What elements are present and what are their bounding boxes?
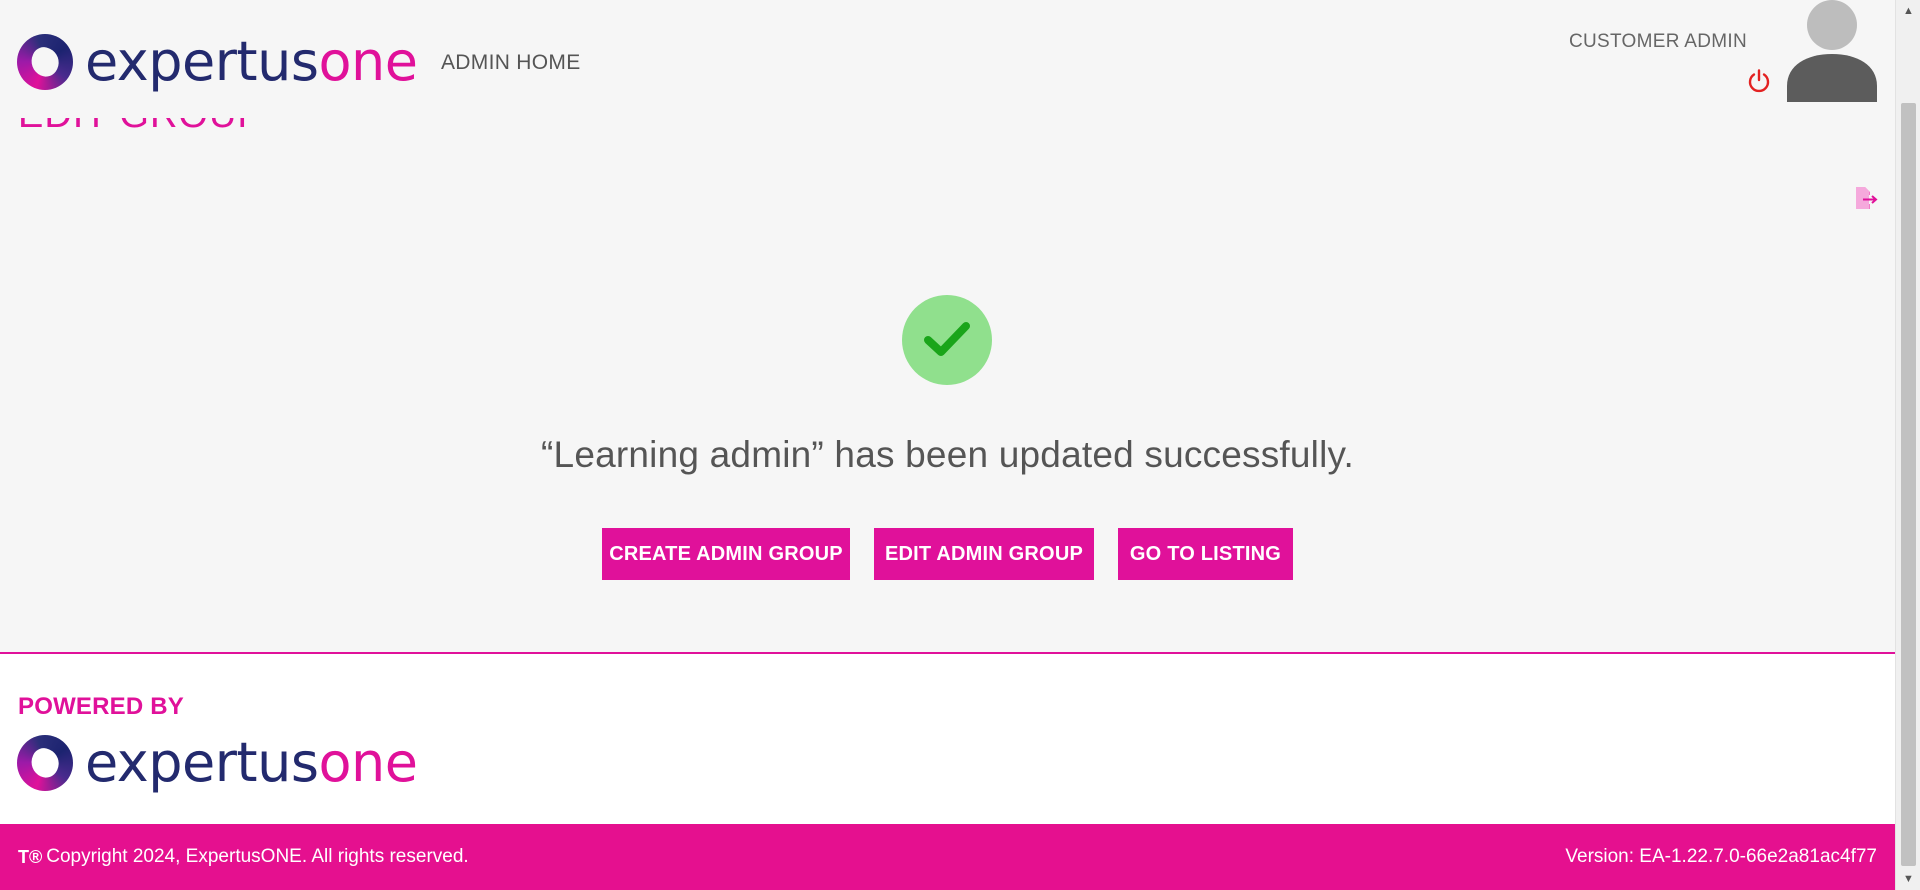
version-label: Version: EA-1.22.7.0-66e2a81ac4f77	[1565, 846, 1877, 867]
create-admin-group-button[interactable]: CREATE ADMIN GROUP	[602, 528, 850, 580]
header-logo[interactable]: expertusone	[17, 30, 418, 93]
checkmark-icon	[924, 322, 970, 356]
logo-text: expertusone	[85, 30, 418, 93]
success-message: “Learning admin” has been updated succes…	[541, 434, 1354, 475]
user-role: CUSTOMER ADMIN	[1568, 31, 1747, 52]
logo-text: expertusone	[85, 731, 418, 794]
avatar-icon[interactable]	[1787, 0, 1877, 102]
nav-admin-home[interactable]: ADMIN HOME	[441, 51, 581, 75]
powered-by-label: POWERED BY	[18, 693, 185, 720]
logo-ring-icon	[17, 34, 73, 90]
vertical-scrollbar[interactable]: ▲ ▼	[1895, 0, 1920, 890]
go-to-listing-button[interactable]: GO TO LISTING	[1118, 528, 1293, 580]
copyright: T® Copyright 2024, ExpertusONE. All righ…	[18, 846, 469, 868]
edit-admin-group-button[interactable]: EDIT ADMIN GROUP	[874, 528, 1094, 580]
copyright-text: Copyright 2024, ExpertusONE. All rights …	[46, 846, 469, 867]
export-icon[interactable]	[1852, 185, 1878, 211]
trademark-icon: T®	[18, 846, 43, 867]
logo-ring-icon	[17, 735, 73, 791]
power-icon[interactable]	[1746, 68, 1772, 94]
scroll-thumb[interactable]	[1901, 103, 1916, 866]
success-check-icon	[902, 295, 992, 385]
footer: POWERED BY expertusone	[0, 652, 1895, 824]
scroll-up-arrow-icon[interactable]: ▲	[1896, 0, 1920, 22]
copyright-bar: T® Copyright 2024, ExpertusONE. All righ…	[0, 824, 1895, 890]
header: expertusone ADMIN HOME CUSTOMER ADMIN	[0, 0, 1895, 118]
page: EDIT GROUP expertusone ADMIN HOME CUSTOM…	[0, 0, 1895, 890]
footer-logo: expertusone	[17, 731, 418, 794]
scroll-down-arrow-icon[interactable]: ▼	[1896, 868, 1920, 890]
